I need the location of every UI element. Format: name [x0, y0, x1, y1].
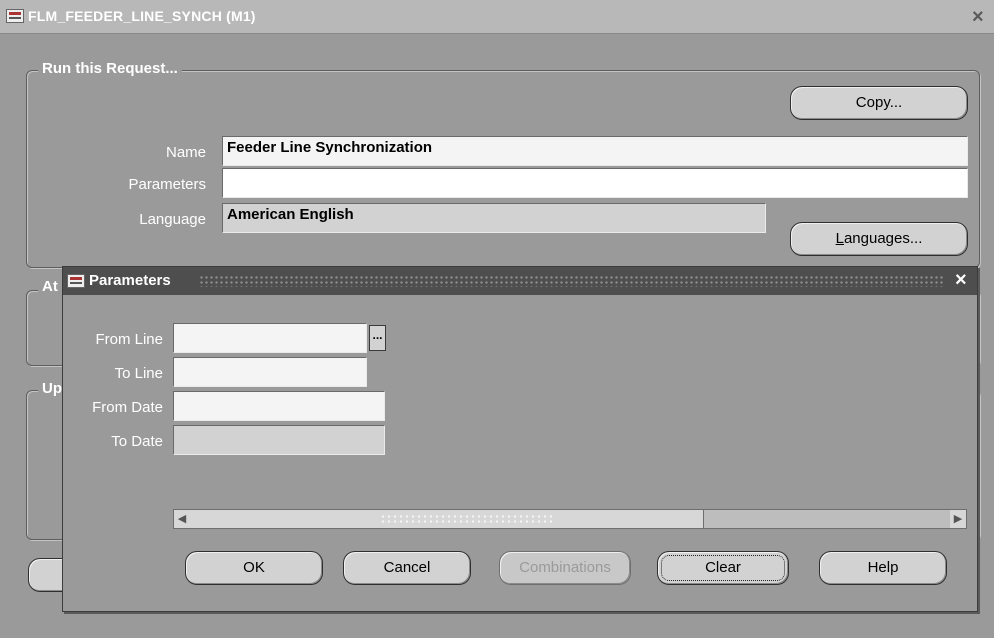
language-label: Language — [139, 211, 206, 228]
combinations-button[interactable]: Combinations — [499, 551, 631, 585]
from-line-label: From Line — [95, 331, 163, 348]
from-line-field[interactable] — [173, 323, 367, 353]
ok-button[interactable]: OK — [185, 551, 323, 585]
cancel-button[interactable]: Cancel — [343, 551, 471, 585]
parameters-field[interactable] — [222, 168, 968, 198]
parameters-dialog: Parameters × From Line ... To Line From … — [62, 266, 978, 612]
languages-accelerator: L — [835, 230, 844, 247]
close-icon[interactable]: × — [972, 6, 984, 29]
scroll-right-icon[interactable]: ▶ — [950, 510, 966, 528]
parameters-label: Parameters — [128, 176, 206, 193]
copy-button[interactable]: Copy... — [790, 86, 968, 120]
run-request-legend: Run this Request... — [38, 60, 182, 77]
help-button[interactable]: Help — [819, 551, 947, 585]
name-field[interactable]: Feeder Line Synchronization — [222, 136, 968, 166]
to-date-field[interactable] — [173, 425, 385, 455]
scrollbar-thumb[interactable] — [190, 510, 704, 528]
languages-button[interactable]: Languages... — [790, 222, 968, 256]
horizontal-scrollbar[interactable]: ◀ ▶ — [173, 509, 967, 529]
name-label: Name — [165, 144, 206, 161]
dialog-titlebar: Parameters × — [63, 267, 977, 295]
to-line-label: To Line — [114, 365, 163, 382]
language-field[interactable]: American English — [222, 203, 766, 233]
from-date-label: From Date — [92, 399, 163, 416]
titlebar-pattern — [199, 275, 945, 287]
dialog-title: Parameters — [89, 272, 171, 289]
scrollbar-grip — [380, 514, 554, 524]
from-date-field[interactable] — [173, 391, 385, 421]
languages-button-label: anguages... — [843, 230, 923, 247]
oracle-logo-icon — [67, 274, 85, 288]
clear-button[interactable]: Clear — [657, 551, 789, 585]
window-titlebar: FLM_FEEDER_LINE_SYNCH (M1) × — [0, 0, 994, 34]
oracle-logo-icon — [6, 9, 24, 23]
to-date-label: To Date — [111, 433, 163, 450]
at-frame-legend: At — [38, 278, 62, 295]
close-icon[interactable]: × — [955, 269, 967, 292]
list-of-values-icon[interactable]: ... — [369, 325, 386, 351]
to-line-field[interactable] — [173, 357, 367, 387]
scroll-left-icon[interactable]: ◀ — [174, 510, 190, 528]
window-title: FLM_FEEDER_LINE_SYNCH (M1) — [28, 8, 256, 24]
